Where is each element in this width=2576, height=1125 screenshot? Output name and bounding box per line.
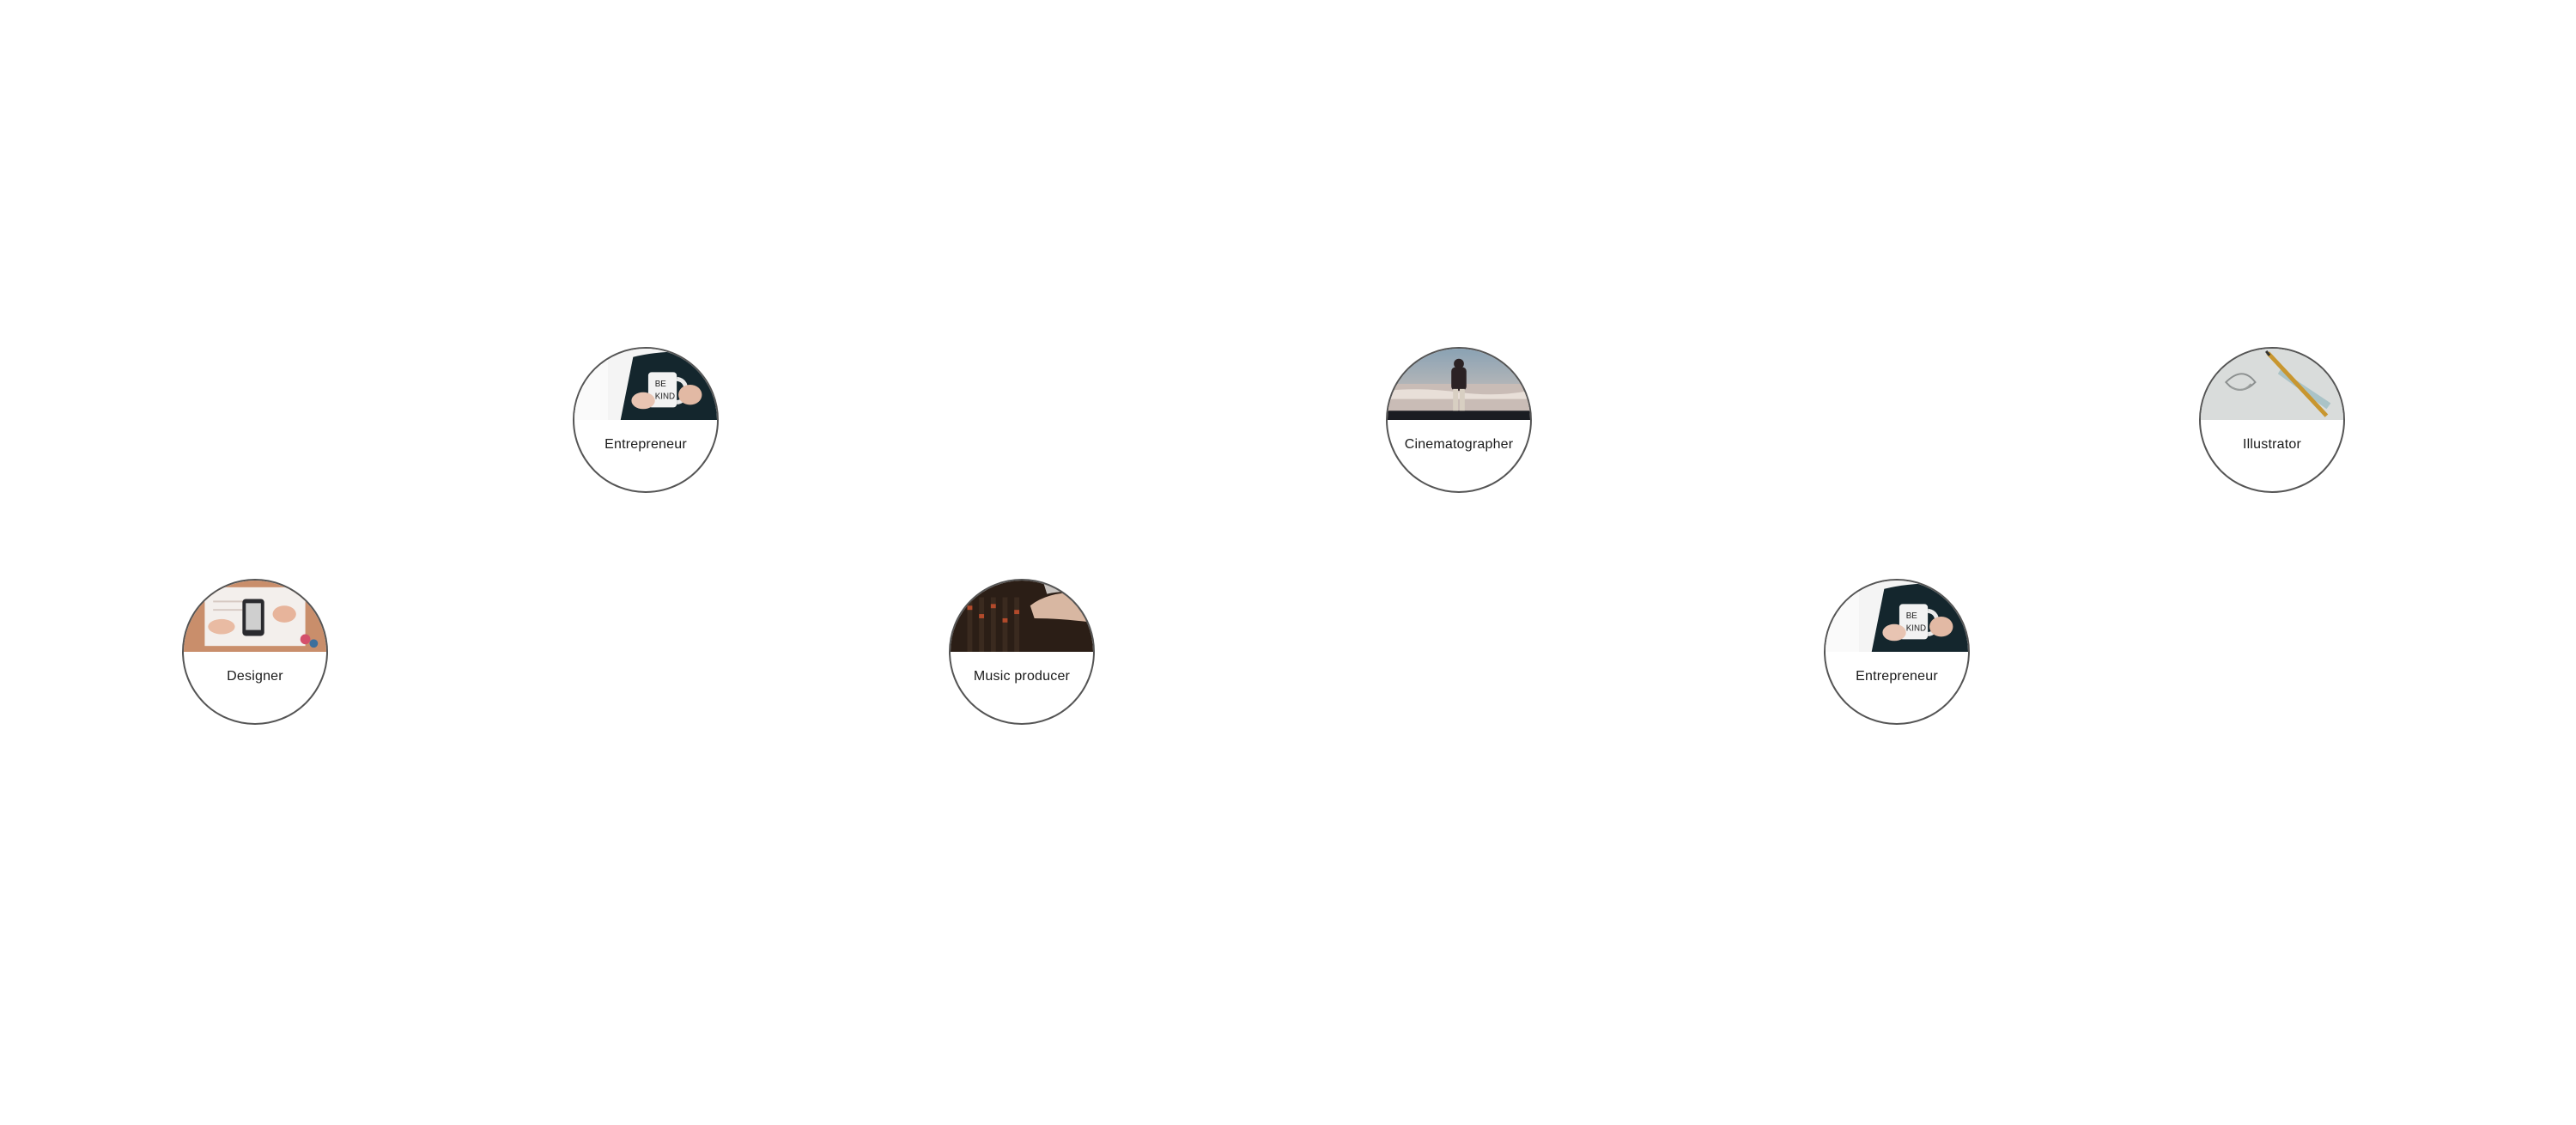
svg-text:BE: BE — [1906, 611, 1918, 621]
sketch-and-pencil-photo — [2201, 349, 2343, 420]
role-label: Designer — [227, 669, 283, 684]
role-card-entrepreneur[interactable]: BE KIND Entrepreneur — [573, 347, 719, 493]
role-card-designer[interactable]: Designer — [182, 579, 328, 725]
role-card-illustrator[interactable]: Illustrator — [2199, 347, 2345, 493]
role-card-entrepreneur[interactable]: BE KIND Entrepreneur — [1824, 579, 1970, 725]
svg-text:KIND: KIND — [655, 392, 675, 402]
role-label: Cinematographer — [1404, 437, 1514, 452]
coffee-mug-photo: BE KIND — [1826, 581, 1968, 652]
person-at-beach-photo — [1388, 349, 1530, 420]
role-card-cinematographer[interactable]: Cinematographer — [1386, 347, 1532, 493]
mixing-console-photo — [951, 581, 1093, 652]
coffee-mug-photo: BE KIND — [574, 349, 717, 420]
role-label: Illustrator — [2243, 437, 2301, 452]
role-label: Music producer — [973, 669, 1071, 684]
role-label: Entrepreneur — [605, 437, 687, 452]
roles-canvas: BE KIND Entrepreneur Cinematographer Ill… — [0, 0, 2576, 1125]
svg-text:BE: BE — [655, 380, 667, 389]
desk-with-phone-photo — [184, 581, 326, 652]
role-card-music-producer[interactable]: Music producer — [949, 579, 1095, 725]
role-label: Entrepreneur — [1856, 669, 1938, 684]
svg-text:KIND: KIND — [1906, 624, 1926, 634]
